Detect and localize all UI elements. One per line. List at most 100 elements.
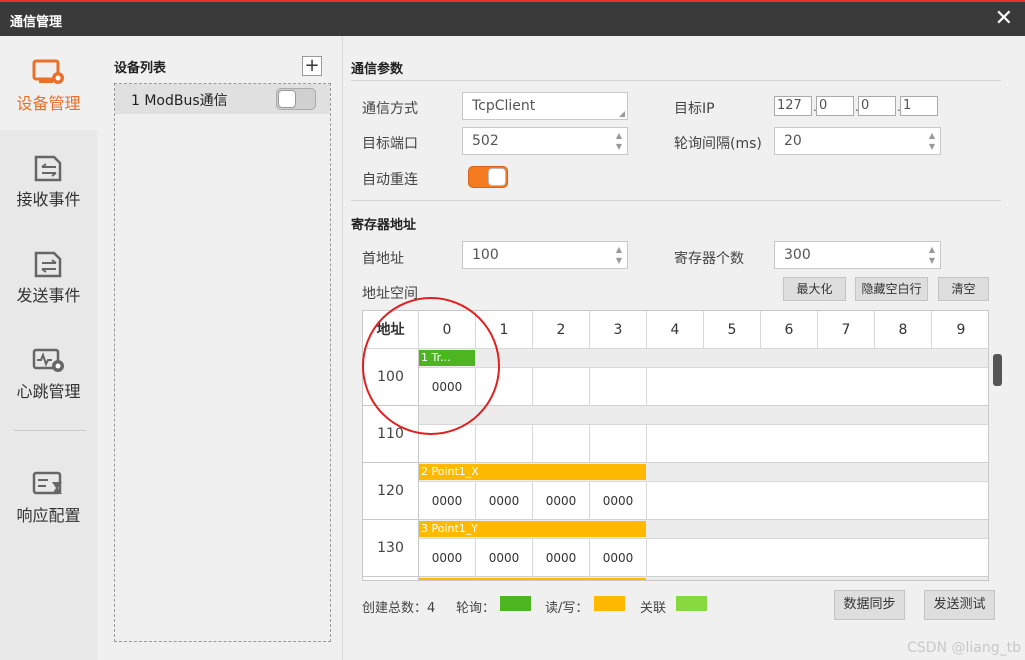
highlight-circle [362,297,500,435]
device-settings-icon [32,59,64,84]
poll-legend-swatch [500,596,531,611]
watermark: CSDN @liang_tb [907,640,1021,656]
add-device-button[interactable]: + [302,56,322,76]
comm-mode-select[interactable]: TcpClient [462,92,628,120]
table-row: 0000 0000 0000 0000 [419,482,988,520]
toggle-knob [278,90,296,108]
maximize-button[interactable]: 最大化 [783,277,846,301]
register-value-cell[interactable] [590,425,647,463]
link-legend-label: 关联 [640,601,667,616]
spin-arrows-icon[interactable]: ▲ ▼ [929,244,935,266]
device-item-label: 1 ModBus通信 [131,93,228,109]
rw-legend-label: 读/写： [545,601,589,616]
device-list-header: 设备列表 [114,61,167,76]
grid-column-header: 9 [932,311,988,349]
nav-label: 设备管理 [16,94,81,113]
send-test-button[interactable]: 发送测试 [924,590,995,620]
poll-interval-label: 轮询间隔(ms) [674,136,762,152]
register-value-cell[interactable]: 0000 [419,539,476,577]
register-address-title: 寄存器地址 [351,218,417,233]
toggle-knob [488,168,506,186]
register-value-cell[interactable]: 0000 [533,482,590,520]
target-port-input[interactable]: 502 ▲ ▼ [462,127,628,155]
link-legend-swatch [676,596,707,611]
nav-divider [14,430,86,431]
register-value-cell[interactable] [533,368,590,406]
register-tag[interactable]: 2 Point1_X [419,464,646,480]
register-value-cell[interactable]: 0000 [590,539,647,577]
grid-column-header: 8 [875,311,932,349]
start-address-input[interactable]: 100 ▲ ▼ [462,241,628,269]
heartbeat-icon [32,348,64,372]
register-value-cell[interactable] [590,368,647,406]
register-value-cell[interactable]: 0000 [476,539,533,577]
register-value-cell[interactable] [533,425,590,463]
grid-column-header: 6 [761,311,818,349]
device-enable-toggle[interactable] [276,88,316,110]
comm-params-title: 通信参数 [351,62,404,77]
start-address-label: 首地址 [362,251,404,267]
data-sync-button[interactable]: 数据同步 [834,590,905,620]
grid-row-address: 120 [363,463,419,520]
register-value-cell[interactable]: 0000 [590,482,647,520]
target-ip-label: 目标IP [674,101,715,117]
table-row: 0000 0000 0000 0000 [419,539,988,577]
nav-item-receive-events[interactable]: 接收事件 [0,132,97,226]
target-port-value: 502 [472,133,499,149]
grid-tag-band: 1 Tr... [419,349,988,368]
grid-scrollbar[interactable] [993,354,1002,386]
ip-octet-3[interactable]: 0 [858,96,896,116]
dropdown-corner-icon [619,111,625,117]
ip-octet-2[interactable]: 0 [816,96,854,116]
register-value-cell[interactable]: 0000 [533,539,590,577]
table-row: 0000 [419,368,988,406]
send-event-icon [34,251,62,278]
device-list: 1 ModBus通信 [114,83,331,642]
nav-label: 接收事件 [16,190,81,209]
auto-reconnect-toggle[interactable] [468,166,508,188]
ip-octet-4[interactable]: 1 [900,96,938,116]
device-item[interactable]: 1 ModBus通信 [115,84,330,114]
grid-row-address: 130 [363,520,419,577]
receive-event-icon [34,155,62,182]
grid-column-header: 2 [533,311,590,349]
spin-arrows-icon[interactable]: ▲ ▼ [616,244,622,266]
ip-octet-1[interactable]: 127 [774,96,812,116]
nav-label: 心跳管理 [16,382,81,401]
register-tag[interactable] [419,578,646,580]
register-value-cell[interactable] [476,425,533,463]
sidebar-nav: 设备管理 接收事件 发送事件 心跳管理 响应配置 [0,36,97,660]
grid-column-header: 4 [647,311,704,349]
section-divider [351,80,1001,81]
spin-arrows-icon[interactable]: ▲ ▼ [929,130,935,152]
grid-row-address [363,577,419,580]
poll-interval-input[interactable]: 20 ▲ ▼ [774,127,941,155]
spin-arrows-icon[interactable]: ▲ ▼ [616,130,622,152]
target-port-label: 目标端口 [362,136,418,152]
hide-empty-rows-button[interactable]: 隐藏空白行 [855,277,928,301]
register-value-cell[interactable]: 0000 [419,482,476,520]
nav-item-device-management[interactable]: 设备管理 [0,36,97,130]
start-address-value: 100 [472,247,499,263]
register-value-cell[interactable]: 0000 [476,482,533,520]
close-icon[interactable]: ✕ [995,6,1013,32]
grid-column-header: 7 [818,311,875,349]
device-list-panel: 设备列表 + 1 ModBus通信 [97,36,342,660]
section-divider [351,200,1001,201]
clear-button[interactable]: 清空 [938,277,989,301]
grid-column-header: 5 [704,311,761,349]
nav-item-response-config[interactable]: 响应配置 [0,448,97,542]
register-count-label: 寄存器个数 [674,251,744,267]
rw-legend-swatch [594,596,625,611]
nav-item-send-events[interactable]: 发送事件 [0,228,97,322]
nav-item-heartbeat[interactable]: 心跳管理 [0,324,97,418]
register-tag[interactable]: 3 Point1_Y [419,521,646,537]
auto-reconnect-label: 自动重连 [362,172,418,188]
comm-mode-label: 通信方式 [362,101,418,117]
table-row [419,425,988,463]
total-count-label: 创建总数：4 [362,601,436,616]
register-count-input[interactable]: 300 ▲ ▼ [774,241,941,269]
grid-tag-band: 3 Point1_Y [419,520,988,539]
window-title: 通信管理 [10,15,63,30]
grid-tag-band [419,577,988,580]
